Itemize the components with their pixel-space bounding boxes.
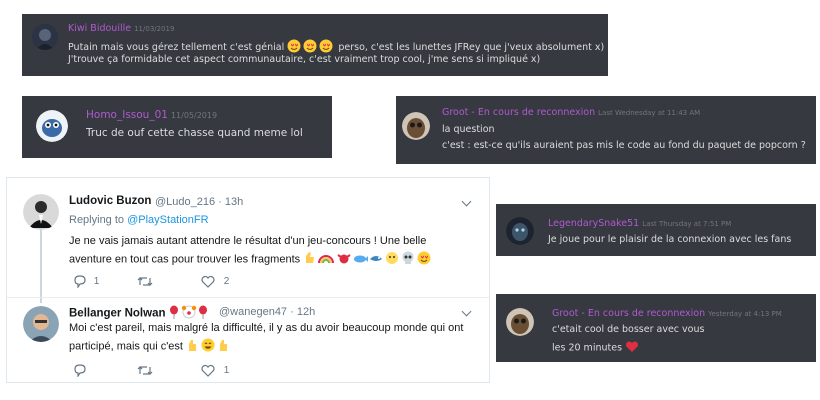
discord-message-groot-1: Groot - En cours de reconnexion Last Wedn… bbox=[396, 96, 816, 164]
red-heart-emoji-icon bbox=[625, 340, 639, 356]
timestamp: Last Thursday at 7:51 PM bbox=[642, 220, 732, 228]
retweet-button[interactable] bbox=[137, 275, 153, 288]
thread-line bbox=[40, 228, 42, 303]
tweet-text-line-1: Moi c'est pareil, mais malgré la difficu… bbox=[69, 322, 464, 334]
tweet-text-line-2: participé, mais qui c'est bbox=[69, 338, 230, 355]
chevron-down-icon[interactable] bbox=[461, 196, 472, 207]
message-line-2: les 20 minutes bbox=[552, 340, 639, 356]
tweet-text-line-2: aventure en tout cas pour trouver les fr… bbox=[69, 251, 433, 268]
twitter-thread: Ludovic Buzon @Ludo_216 · 13h Replying t… bbox=[6, 177, 490, 383]
divider bbox=[7, 297, 489, 298]
like-icon bbox=[201, 275, 215, 288]
author-handle[interactable]: @wanegen47 · 12h bbox=[219, 306, 315, 318]
message-line-1: c'etait cool de bosser avec vous bbox=[552, 324, 705, 335]
like-button[interactable]: 2 bbox=[201, 275, 229, 288]
avatar[interactable] bbox=[23, 194, 59, 230]
reply-count: 1 bbox=[93, 276, 100, 288]
avatar-image bbox=[506, 217, 534, 245]
timestamp: Last Wednesday at 11:43 AM bbox=[598, 109, 701, 117]
message-line-1: la question bbox=[442, 124, 495, 135]
like-count: 1 bbox=[223, 365, 230, 377]
avatar[interactable] bbox=[32, 24, 58, 50]
like-button[interactable]: 1 bbox=[201, 364, 229, 377]
emoji-row-icon bbox=[186, 338, 230, 355]
replying-to: Replying to @PlayStationFR bbox=[69, 214, 209, 226]
author-name[interactable]: Ludovic Buzon bbox=[69, 195, 151, 207]
username[interactable]: Groot - En cours de reconnexion Last Wedn… bbox=[442, 107, 700, 118]
avatar-image bbox=[32, 24, 58, 50]
message-line-2: J'trouve ça formidable cet aspect commun… bbox=[68, 54, 541, 65]
avatar-image bbox=[36, 110, 68, 142]
author-name[interactable]: Bellanger Nolwan bbox=[69, 305, 209, 322]
retweet-icon bbox=[137, 277, 153, 286]
message-line-2: c'est : est-ce qu'ils auraient pas mis l… bbox=[442, 140, 806, 151]
timestamp: 11/03/2019 bbox=[134, 25, 175, 33]
reply-icon bbox=[74, 364, 86, 378]
emoji-row-icon bbox=[303, 251, 433, 268]
reply-button[interactable] bbox=[73, 364, 87, 378]
retweet-icon bbox=[137, 366, 153, 375]
retweet-button[interactable] bbox=[137, 364, 153, 377]
reply-button[interactable]: 1 bbox=[73, 275, 100, 289]
replying-to-link[interactable]: @PlayStationFR bbox=[127, 214, 208, 226]
avatar[interactable] bbox=[36, 110, 68, 142]
username[interactable]: Groot - En cours de reconnexion Yesterday… bbox=[552, 308, 782, 319]
like-count: 2 bbox=[223, 276, 230, 288]
timestamp: 11/05/2019 bbox=[170, 111, 218, 120]
balloon-clown-emoji-icon bbox=[169, 305, 209, 322]
avatar[interactable] bbox=[402, 112, 430, 140]
username[interactable]: Kiwi Bidouille 11/03/2019 bbox=[68, 23, 174, 34]
avatar-image bbox=[23, 194, 59, 230]
like-icon bbox=[201, 364, 215, 377]
author-handle[interactable]: @Ludo_216 · 13h bbox=[155, 196, 243, 208]
discord-message-legendary: LegendarySnake51 Last Thursday at 7:51 PM… bbox=[496, 204, 816, 256]
avatar-image bbox=[402, 112, 430, 140]
avatar[interactable] bbox=[506, 308, 534, 336]
avatar-image bbox=[23, 306, 59, 342]
reply-icon bbox=[74, 275, 86, 289]
timestamp: Yesterday at 4:13 PM bbox=[708, 310, 782, 318]
tweet-text-line-1: Je ne vais jamais autant attendre le rés… bbox=[69, 235, 427, 247]
username[interactable]: LegendarySnake51 Last Thursday at 7:51 PM bbox=[548, 218, 731, 229]
chevron-down-icon[interactable] bbox=[461, 306, 472, 317]
discord-message-kiwi: Kiwi Bidouille 11/03/2019 Putain mais vou… bbox=[22, 14, 608, 76]
avatar-image bbox=[506, 308, 534, 336]
avatar[interactable] bbox=[23, 306, 59, 342]
message-line-1: Truc de ouf cette chasse quand meme lol bbox=[86, 127, 303, 139]
username[interactable]: Homo_Issou_01 11/05/2019 bbox=[86, 109, 217, 121]
avatar[interactable] bbox=[506, 217, 534, 245]
message-line-1: Je joue pour le plaisir de la connexion … bbox=[548, 234, 792, 245]
discord-message-groot-2: Groot - En cours de reconnexion Yesterday… bbox=[496, 294, 816, 362]
discord-message-homo: Homo_Issou_01 11/05/2019 Truc de ouf cett… bbox=[22, 96, 332, 158]
